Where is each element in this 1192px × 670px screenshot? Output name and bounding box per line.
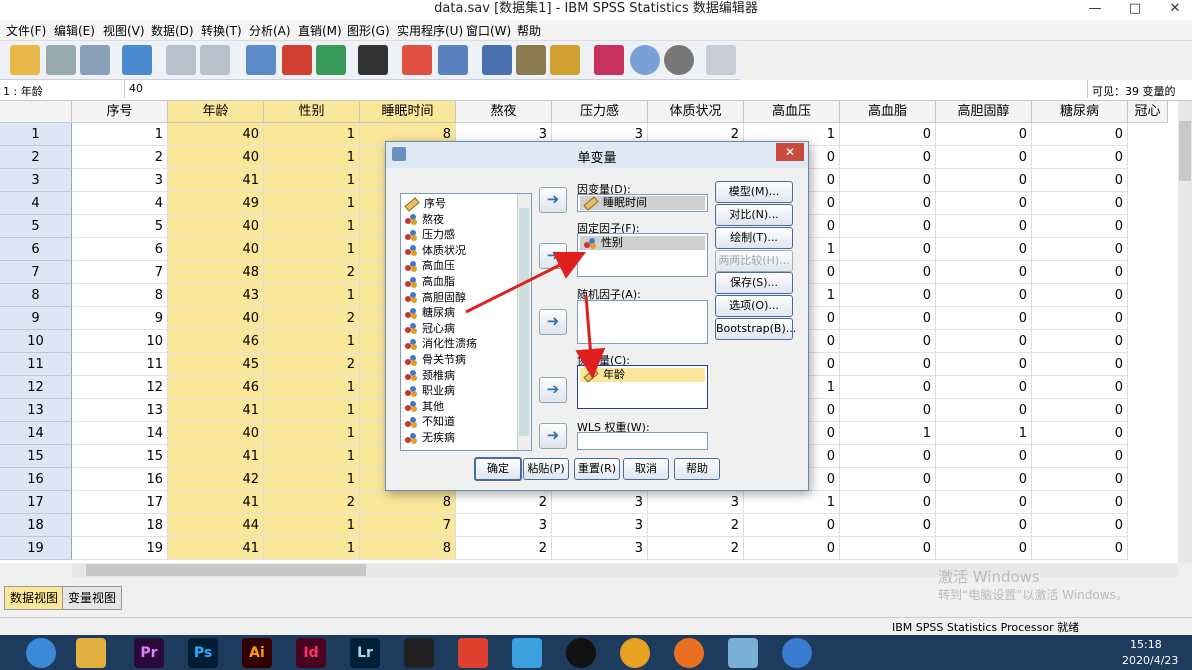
arrow-to-covariate xyxy=(575,295,606,379)
annotation-arrows xyxy=(465,251,606,379)
arrow-to-fixed-factor xyxy=(465,251,587,314)
